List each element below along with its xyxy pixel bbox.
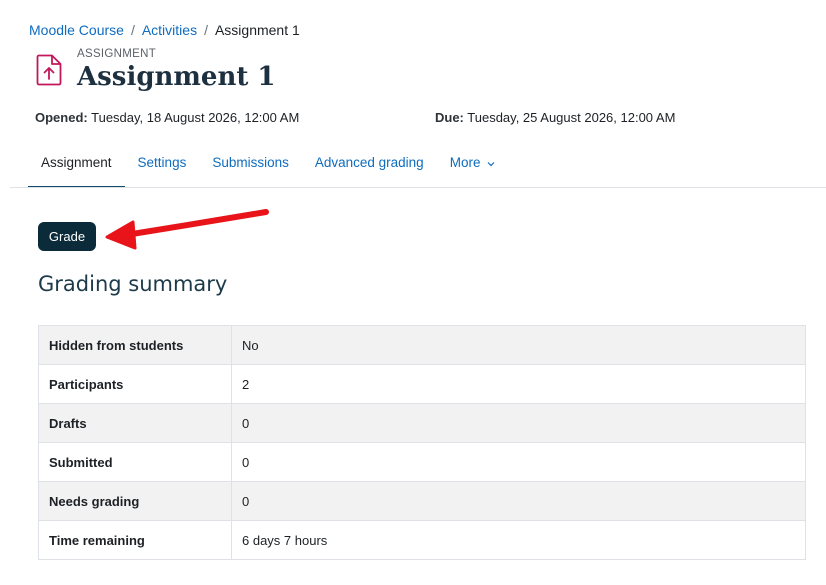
grading-summary-heading: Grading summary: [38, 272, 228, 296]
row-label: Submitted: [38, 442, 232, 482]
row-label: Drafts: [38, 403, 232, 443]
grading-summary-table: Hidden from students No Participants 2 D…: [38, 325, 806, 560]
row-value: No: [231, 325, 806, 365]
red-arrow-annotation: [105, 209, 269, 250]
row-value: 2: [231, 364, 806, 404]
row-value: 6 days 7 hours: [231, 520, 806, 560]
tab-label: Settings: [137, 155, 187, 170]
row-label: Hidden from students: [38, 325, 232, 365]
grade-button[interactable]: Grade: [38, 222, 96, 251]
tab-label: Assignment: [41, 155, 112, 170]
breadcrumb-separator: /: [130, 22, 135, 38]
table-row: Drafts 0: [38, 403, 806, 443]
table-row: Time remaining 6 days 7 hours: [38, 520, 806, 560]
row-label: Time remaining: [38, 520, 232, 560]
page-pretitle: ASSIGNMENT: [77, 48, 157, 60]
tab-label: Advanced grading: [314, 155, 424, 170]
row-value: 0: [231, 403, 806, 443]
tab-label: More: [449, 155, 481, 170]
secondary-nav: Assignment Settings Submissions Advanced…: [28, 142, 508, 188]
tab-label: Submissions: [212, 155, 289, 170]
table-row: Hidden from students No: [38, 325, 806, 365]
table-row: Participants 2: [38, 364, 806, 404]
row-value: 0: [231, 442, 806, 482]
opened-value: Tuesday, 18 August 2026, 12:00 AM: [91, 110, 300, 125]
due-label: Due:: [435, 110, 464, 125]
breadcrumb-separator: /: [204, 22, 208, 38]
tab-submissions[interactable]: Submissions: [199, 142, 302, 188]
row-label: Needs grading: [38, 481, 232, 521]
due-date: Due: Tuesday, 25 August 2026, 12:00 AM: [435, 109, 675, 127]
row-value: 0: [231, 481, 806, 521]
tab-advanced-grading[interactable]: Advanced grading: [302, 142, 437, 188]
breadcrumb-link-course[interactable]: Moodle Course: [29, 20, 124, 40]
breadcrumb-link-activities[interactable]: Activities: [142, 20, 197, 40]
chevron-down-icon: [487, 162, 495, 167]
row-label: Participants: [38, 364, 232, 404]
table-row: Needs grading 0: [38, 481, 806, 521]
opened-label: Opened:: [35, 110, 88, 125]
due-value: Tuesday, 25 August 2026, 12:00 AM: [467, 110, 676, 125]
tab-settings[interactable]: Settings: [125, 142, 200, 188]
tabs-divider: [10, 187, 826, 188]
table-row: Submitted 0: [38, 442, 806, 482]
tab-assignment[interactable]: Assignment: [28, 142, 125, 188]
tab-more[interactable]: More: [437, 142, 509, 188]
breadcrumb-current: Assignment 1: [214, 22, 300, 38]
page-title: Assignment 1: [77, 62, 276, 92]
opened-date: Opened: Tuesday, 18 August 2026, 12:00 A…: [35, 109, 299, 127]
breadcrumb: Moodle Course / Activities / Assignment …: [29, 20, 300, 40]
assignment-upload-icon: [36, 54, 62, 86]
